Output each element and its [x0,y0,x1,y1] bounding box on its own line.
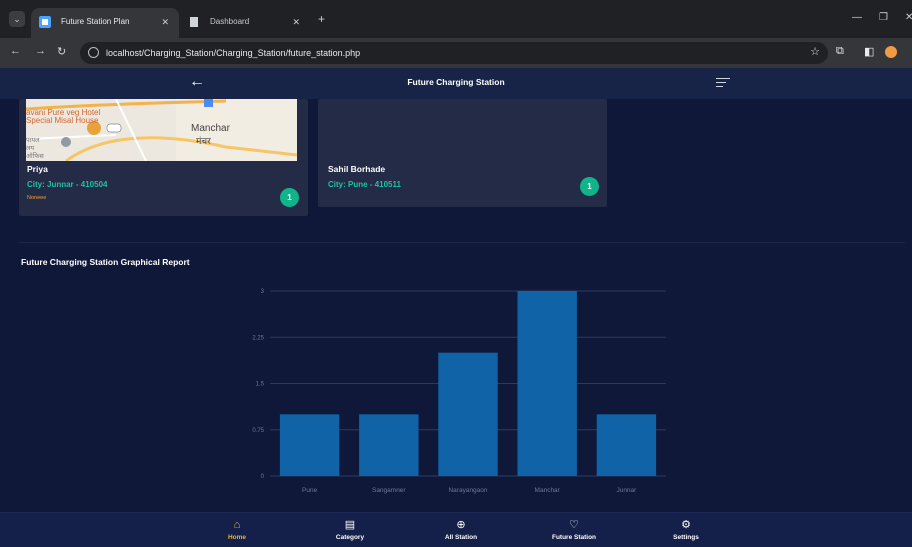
x-tick-label: Narayangaon [448,487,487,494]
nav-all-station[interactable]: ⊕ All Station [421,519,501,541]
nav-future-station[interactable]: ♡ Future Station [534,519,614,541]
bar-narayangaon[interactable] [438,352,498,476]
nav-label: Home [227,534,247,541]
category-icon: ▤ [344,519,356,531]
bottom-nav: ⌂ Home ▤ Category ⊕ All Station ♡ Future… [0,512,912,547]
y-tick-label: 2.25 [252,335,264,341]
y-tick-label: 0.75 [252,428,264,434]
nav-label: Settings [673,534,699,541]
globe-icon: ⊕ [456,519,466,531]
x-tick-label: Manchar [535,487,561,494]
nav-label: Category [335,534,365,541]
nav-category[interactable]: ▤ Category [310,519,390,541]
settings-icon: ⚙ [681,519,691,531]
y-tick-label: 0 [261,474,265,480]
bar-manchar[interactable] [517,291,577,476]
x-tick-label: Pune [302,487,318,494]
nav-label: All Station [444,534,478,541]
nav-label: Future Station [551,534,597,541]
bar-sangamner[interactable] [359,414,419,476]
bar-chart: 0 0.75 1.5 2.25 3 Pune Sangamner Narayangaon Man… [252,289,666,494]
y-tick-label: 3 [261,289,265,295]
nav-home[interactable]: ⌂ Home [197,519,277,541]
y-tick-label: 1.5 [256,382,265,388]
home-icon: ⌂ [233,519,241,531]
bar-junnar[interactable] [596,414,657,476]
nav-settings[interactable]: ⚙ Settings [646,519,726,541]
x-tick-label: Sangamner [372,487,406,494]
x-tick-label: Junnar [616,487,637,494]
bar-pune[interactable] [279,414,340,476]
heart-icon: ♡ [569,519,579,531]
